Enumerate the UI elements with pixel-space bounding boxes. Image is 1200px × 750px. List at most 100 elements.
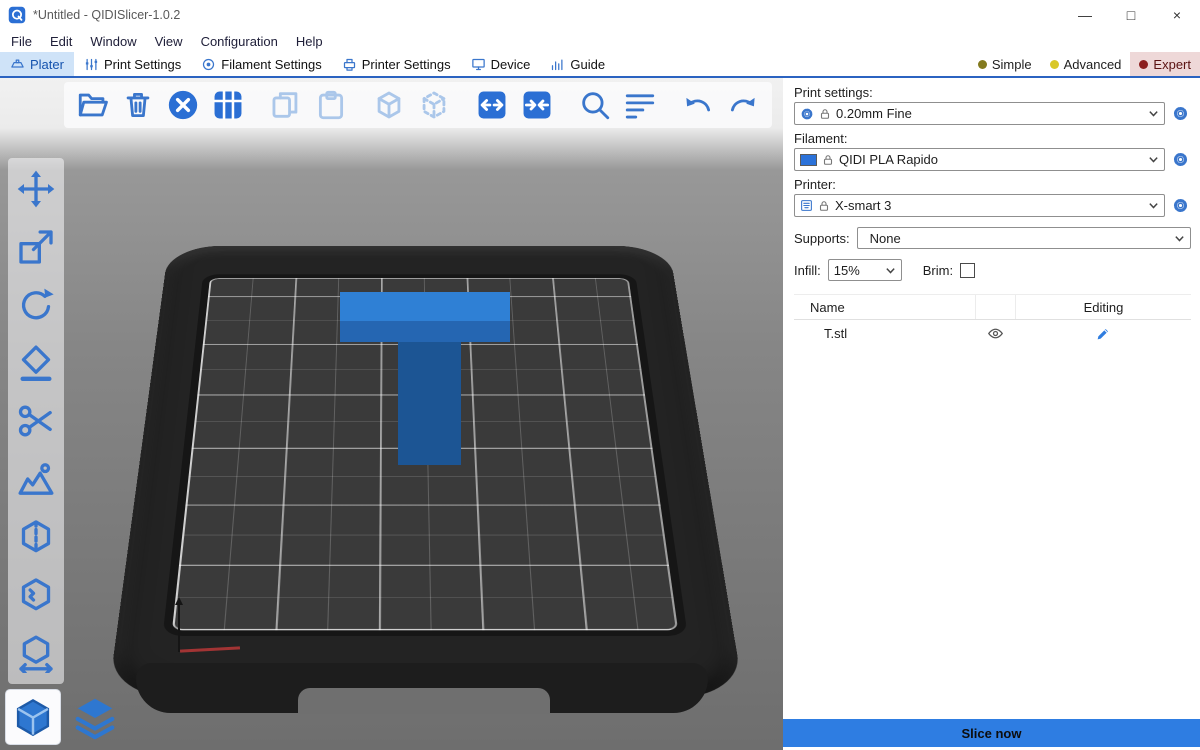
- mode-switcher: Simple Advanced Expert: [969, 52, 1200, 76]
- filament-combo[interactable]: QIDI PLA Rapido: [794, 148, 1165, 171]
- expert-mode-dot-icon: [1139, 60, 1148, 69]
- close-button[interactable]: ×: [1154, 0, 1200, 30]
- tab-plater[interactable]: Plater: [0, 52, 74, 76]
- tab-label: Device: [491, 57, 531, 72]
- mode-advanced[interactable]: Advanced: [1041, 52, 1131, 76]
- qidislicer-window: *Untitled - QIDISlicer-1.0.2 — □ × File …: [0, 0, 1200, 750]
- advanced-mode-dot-icon: [1050, 60, 1059, 69]
- arrange-button[interactable]: [207, 84, 249, 126]
- tab-filament-settings[interactable]: Filament Settings: [191, 52, 331, 76]
- menu-view[interactable]: View: [146, 34, 192, 49]
- menu-window[interactable]: Window: [81, 34, 145, 49]
- object-row[interactable]: T.stl: [794, 320, 1191, 347]
- maximize-button[interactable]: □: [1108, 0, 1154, 30]
- menu-configuration[interactable]: Configuration: [192, 34, 287, 49]
- printer-value: X-smart 3: [835, 198, 891, 213]
- slice-now-button[interactable]: Slice now: [783, 719, 1200, 747]
- add-instance-button[interactable]: [368, 84, 410, 126]
- scene: [0, 78, 783, 750]
- mode-expert[interactable]: Expert: [1130, 52, 1200, 76]
- supports-combo[interactable]: None: [857, 227, 1191, 249]
- filament-gear-button[interactable]: [1169, 151, 1191, 168]
- model-t-stem[interactable]: [398, 342, 461, 465]
- infill-value: 15%: [834, 263, 860, 278]
- editor-view-button[interactable]: [6, 690, 60, 744]
- print-settings-combo[interactable]: 0.20mm Fine: [794, 102, 1165, 125]
- search-icon: [578, 88, 612, 122]
- mode-simple[interactable]: Simple: [969, 52, 1041, 76]
- cut-button[interactable]: [15, 400, 57, 442]
- object-name[interactable]: T.stl: [794, 326, 975, 341]
- open-folder-icon: [76, 88, 110, 122]
- titlebar: *Untitled - QIDISlicer-1.0.2 — □ ×: [0, 0, 1200, 30]
- model-t-top-face[interactable]: [340, 292, 510, 321]
- fuzzy-skin-button[interactable]: [15, 574, 57, 616]
- column-header-name[interactable]: Name: [794, 300, 975, 315]
- split-to-objects-button[interactable]: [471, 84, 513, 126]
- tab-printer-settings[interactable]: Printer Settings: [332, 52, 461, 76]
- rotate-button[interactable]: [15, 284, 57, 326]
- delete-all-button[interactable]: [162, 84, 204, 126]
- split-to-parts-button[interactable]: [516, 84, 558, 126]
- menu-help[interactable]: Help: [287, 34, 332, 49]
- redo-button[interactable]: [722, 84, 764, 126]
- object-list: Name Editing T.stl: [794, 294, 1191, 717]
- paint-support-button[interactable]: [15, 458, 57, 500]
- move-icon: [16, 169, 56, 209]
- plater-icon: [10, 57, 25, 72]
- move-button[interactable]: [15, 168, 57, 210]
- device-icon: [471, 57, 486, 72]
- brim-checkbox[interactable]: [960, 263, 975, 278]
- visibility-eye-icon[interactable]: [987, 325, 1004, 342]
- tab-label: Guide: [570, 57, 605, 72]
- printer-gear-button[interactable]: [1169, 197, 1191, 214]
- copy-button[interactable]: [265, 84, 307, 126]
- undo-button[interactable]: [677, 84, 719, 126]
- scale-button[interactable]: [15, 226, 57, 268]
- chevron-down-icon: [885, 265, 896, 276]
- infill-combo[interactable]: 15%: [828, 259, 902, 281]
- cut-scissors-icon: [16, 401, 56, 441]
- place-on-face-button[interactable]: [15, 342, 57, 384]
- redo-icon: [726, 88, 760, 122]
- remove-instance-button[interactable]: [413, 84, 455, 126]
- filament-color-swatch: [800, 154, 817, 166]
- delete-all-icon: [166, 88, 200, 122]
- fuzzy-skin-icon: [16, 575, 56, 615]
- search-button[interactable]: [574, 84, 616, 126]
- paste-button[interactable]: [310, 84, 352, 126]
- paste-icon: [314, 88, 348, 122]
- window-controls: — □ ×: [1062, 0, 1200, 30]
- edit-object-icon[interactable]: [1095, 326, 1111, 342]
- preview-layers-button[interactable]: [68, 690, 122, 744]
- 3d-viewport[interactable]: [0, 78, 783, 750]
- delete-button[interactable]: [117, 84, 159, 126]
- infill-label: Infill:: [794, 263, 821, 278]
- mode-label: Advanced: [1064, 57, 1122, 72]
- filament-label: Filament:: [794, 131, 1191, 146]
- printer-label: Printer:: [794, 177, 1191, 192]
- model-t-front-face[interactable]: [340, 321, 510, 342]
- bed-handle-notch: [298, 688, 550, 714]
- measure-button[interactable]: [15, 632, 57, 674]
- print-settings-gear-button[interactable]: [1169, 105, 1191, 122]
- rotate-icon: [16, 285, 56, 325]
- lock-icon: [822, 154, 834, 166]
- scale-icon: [16, 227, 56, 267]
- chevron-down-icon: [1148, 200, 1159, 211]
- menu-edit[interactable]: Edit: [41, 34, 81, 49]
- menu-file[interactable]: File: [2, 34, 41, 49]
- minimize-button[interactable]: —: [1062, 0, 1108, 30]
- printer-combo[interactable]: X-smart 3: [794, 194, 1165, 217]
- variable-layer-height-button[interactable]: [619, 84, 661, 126]
- tab-device[interactable]: Device: [461, 52, 541, 76]
- seam-button[interactable]: [15, 516, 57, 558]
- measure-icon: [16, 633, 56, 673]
- chevron-down-icon: [1174, 233, 1185, 244]
- preview-layers-icon: [72, 694, 118, 740]
- open-button[interactable]: [72, 84, 114, 126]
- place-on-face-icon: [16, 343, 56, 383]
- chevron-down-icon: [1148, 154, 1159, 165]
- tab-print-settings[interactable]: Print Settings: [74, 52, 191, 76]
- tab-guide[interactable]: Guide: [540, 52, 615, 76]
